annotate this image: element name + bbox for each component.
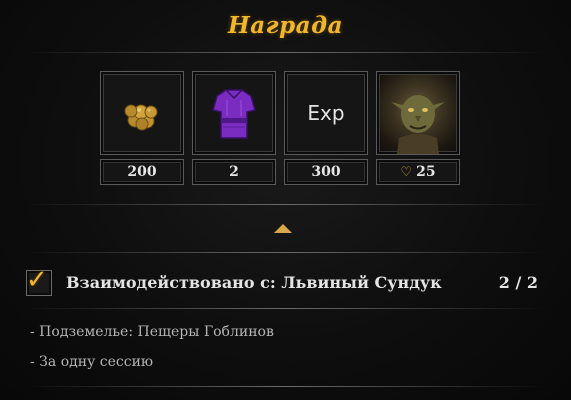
condition-dungeon: - Подземелье: Пещеры Гоблинов — [30, 324, 274, 340]
reward-count-goblin: ♡ 25 — [376, 159, 460, 185]
exp-icon: Exp — [307, 101, 345, 125]
checkmark-icon: ✓ — [26, 265, 48, 295]
rewards-divider — [25, 204, 546, 205]
objective-progress: 2 / 2 — [498, 273, 538, 292]
reward-tile-gold[interactable] — [100, 71, 184, 155]
panel-title: Награда — [228, 12, 343, 39]
condition-session: - За одну сессию — [30, 354, 154, 370]
reward-tile-armor[interactable] — [192, 71, 276, 155]
reward-panel: Награда 200 2 Exp 300 ♡ 25 ✓ Взаимодейст… — [0, 0, 571, 400]
bottom-divider — [25, 386, 546, 387]
objective-divider-bottom — [25, 308, 546, 309]
objective-checkbox[interactable]: ✓ — [26, 265, 52, 296]
objective-divider-top — [25, 252, 546, 253]
goblin-count-value: 25 — [416, 164, 436, 180]
reward-tile-exp[interactable]: Exp — [284, 71, 368, 155]
reward-tile-goblin[interactable] — [376, 71, 460, 155]
title-divider — [25, 52, 546, 53]
objective-text: Взаимодействовано с: Львиный Сундук — [66, 273, 442, 292]
reward-count-exp: 300 — [284, 159, 368, 185]
collapse-arrow-icon[interactable] — [274, 224, 292, 233]
reward-count-gold: 200 — [100, 159, 184, 185]
goblin-portrait-icon — [391, 95, 445, 154]
reward-count-armor: 2 — [192, 159, 276, 185]
heart-icon: ♡ — [400, 165, 413, 180]
gold-coins-icon — [124, 104, 158, 131]
purple-armor-icon — [212, 89, 256, 139]
